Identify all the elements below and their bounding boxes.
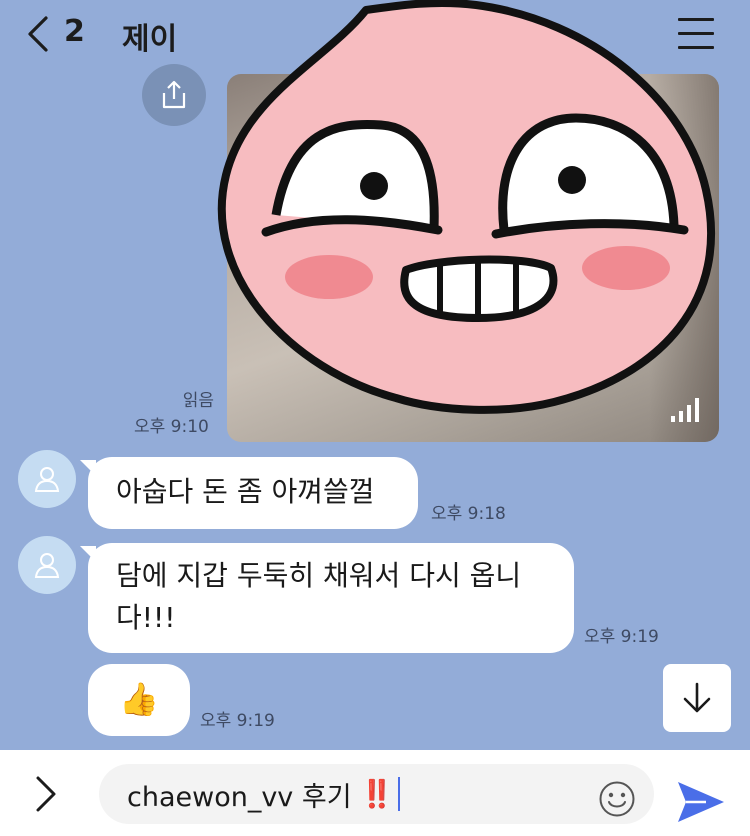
- photo-message[interactable]: [227, 74, 719, 442]
- unread-count[interactable]: 2: [64, 14, 85, 49]
- message-text-line: 다!!!: [116, 601, 176, 634]
- thumbs-up-emoji: 👍: [119, 680, 159, 718]
- scroll-down-button[interactable]: [663, 664, 731, 732]
- read-receipt: 읽음: [182, 391, 214, 411]
- message-time: 오후 9:19: [200, 711, 275, 731]
- avatar[interactable]: [18, 536, 76, 594]
- message-time: 오후 9:10: [134, 417, 209, 437]
- message-time: 오후 9:19: [584, 627, 659, 647]
- back-icon[interactable]: [24, 14, 54, 54]
- scroll-down-icon: [683, 682, 711, 713]
- text-caret: [397, 777, 400, 811]
- double-exclamation-emoji: ‼️: [360, 779, 394, 810]
- menu-icon[interactable]: [678, 18, 714, 50]
- message-time: 오후 9:18: [431, 504, 506, 524]
- message-input[interactable]: chaewon_vv 후기 ‼️: [99, 764, 654, 824]
- input-bar: chaewon_vv 후기 ‼️: [0, 750, 750, 836]
- photo-background: [649, 74, 719, 442]
- message-bubble[interactable]: 👍: [88, 664, 190, 736]
- share-button[interactable]: [142, 64, 206, 126]
- share-icon: [162, 80, 186, 109]
- avatar-icon: [34, 553, 60, 578]
- chat-header: 2 제이: [0, 0, 750, 70]
- send-icon[interactable]: [676, 780, 726, 824]
- signal-icon: [671, 398, 699, 422]
- emoji-icon[interactable]: [598, 780, 636, 818]
- message-bubble[interactable]: 아숩다 돈 좀 아껴쓸껄: [88, 457, 418, 529]
- message-text-line: 담에 지갑 두둑히 채워서 다시 옵니: [116, 559, 522, 592]
- avatar[interactable]: [18, 450, 76, 508]
- message-text: 아숩다 돈 좀 아껴쓸껄: [116, 475, 375, 508]
- avatar-icon: [34, 467, 60, 492]
- input-text: chaewon_vv 후기: [127, 781, 361, 813]
- expand-icon[interactable]: [30, 774, 60, 814]
- message-bubble[interactable]: 담에 지갑 두둑히 채워서 다시 옵니 다!!!: [88, 543, 574, 653]
- chat-title: 제이: [122, 22, 178, 57]
